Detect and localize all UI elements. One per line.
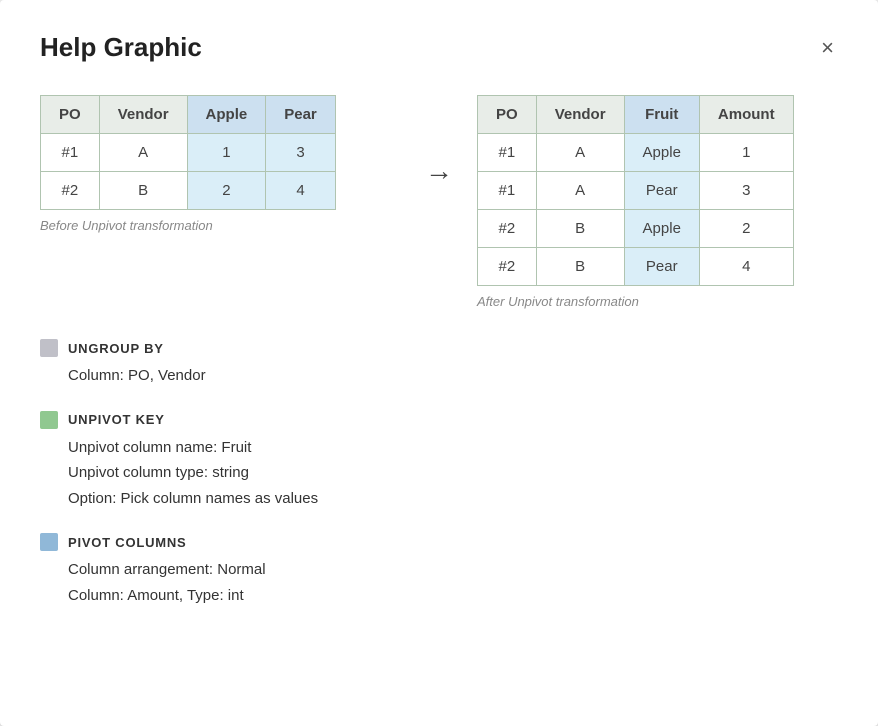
after-table-caption: After Unpivot transformation	[477, 294, 838, 309]
before-table-section: PO Vendor Apple Pear #1 A 1 3 #2	[40, 95, 401, 233]
arrow-icon: →	[425, 155, 453, 187]
ungroup-line-1: Column: PO, Vendor	[68, 367, 206, 384]
after-table-section: PO Vendor Fruit Amount #1 A Apple 1 #1	[477, 95, 838, 309]
cell: B	[536, 248, 624, 286]
ungroup-block: UNGROUP BY Column: PO, Vendor	[40, 339, 838, 389]
unpivot-key-line-3: Option: Pick column names as values	[68, 486, 838, 512]
cell: B	[99, 172, 187, 210]
cell: 3	[699, 172, 793, 210]
help-graphic-dialog: Help Graphic × PO Vendor Apple Pear #1 A	[0, 0, 878, 726]
cell: Pear	[624, 248, 699, 286]
ungroup-swatch	[40, 339, 58, 357]
before-th-vendor: Vendor	[99, 96, 187, 134]
cell: B	[536, 210, 624, 248]
table-row: #1 A Pear 3	[478, 172, 794, 210]
pivot-columns-block: PIVOT COLUMNS Column arrangement: Normal…	[40, 533, 838, 608]
unpivot-key-detail: Unpivot column name: Fruit Unpivot colum…	[40, 435, 838, 512]
after-th-vendor: Vendor	[536, 96, 624, 134]
table-row: #1 A 1 3	[41, 134, 336, 172]
after-th-fruit: Fruit	[624, 96, 699, 134]
pivot-columns-label: PIVOT COLUMNS	[68, 535, 186, 550]
table-row: #2 B Apple 2	[478, 210, 794, 248]
cell: 4	[699, 248, 793, 286]
ungroup-label: UNGROUP BY	[68, 341, 164, 356]
unpivot-key-swatch	[40, 411, 58, 429]
unpivot-key-block: UNPIVOT KEY Unpivot column name: Fruit U…	[40, 411, 838, 512]
before-th-apple: Apple	[187, 96, 266, 134]
cell: 1	[187, 134, 266, 172]
cell: A	[536, 172, 624, 210]
unpivot-key-label-row: UNPIVOT KEY	[40, 411, 838, 429]
description-section: UNGROUP BY Column: PO, Vendor UNPIVOT KE…	[40, 339, 838, 608]
after-table-header-row: PO Vendor Fruit Amount	[478, 96, 794, 134]
cell: 4	[266, 172, 336, 210]
pivot-columns-label-row: PIVOT COLUMNS	[40, 533, 838, 551]
table-row: #2 B Pear 4	[478, 248, 794, 286]
pivot-columns-swatch	[40, 533, 58, 551]
cell: #1	[478, 172, 537, 210]
cell: #1	[478, 134, 537, 172]
table-row: #1 A Apple 1	[478, 134, 794, 172]
ungroup-label-row: UNGROUP BY	[40, 339, 838, 357]
cell: Pear	[624, 172, 699, 210]
content-area: PO Vendor Apple Pear #1 A 1 3 #2	[40, 95, 838, 309]
unpivot-key-label: UNPIVOT KEY	[68, 412, 165, 427]
unpivot-key-line-2: Unpivot column type: string	[68, 460, 838, 486]
before-th-pear: Pear	[266, 96, 336, 134]
cell: A	[536, 134, 624, 172]
cell: Apple	[624, 210, 699, 248]
before-table-caption: Before Unpivot transformation	[40, 218, 401, 233]
cell: 1	[699, 134, 793, 172]
after-table: PO Vendor Fruit Amount #1 A Apple 1 #1	[477, 95, 794, 286]
ungroup-detail: Column: PO, Vendor	[40, 363, 838, 389]
arrow-indicator: →	[425, 95, 453, 187]
before-table-header-row: PO Vendor Apple Pear	[41, 96, 336, 134]
cell: #1	[41, 134, 100, 172]
dialog-header: Help Graphic ×	[40, 32, 838, 63]
cell: A	[99, 134, 187, 172]
after-th-po: PO	[478, 96, 537, 134]
before-table: PO Vendor Apple Pear #1 A 1 3 #2	[40, 95, 336, 210]
cell: #2	[41, 172, 100, 210]
cell: 2	[187, 172, 266, 210]
cell: #2	[478, 248, 537, 286]
dialog-title: Help Graphic	[40, 32, 202, 63]
close-button[interactable]: ×	[817, 33, 838, 63]
cell: 3	[266, 134, 336, 172]
cell: 2	[699, 210, 793, 248]
unpivot-key-line-1: Unpivot column name: Fruit	[68, 435, 838, 461]
pivot-columns-line-1: Column arrangement: Normal	[68, 557, 838, 583]
cell: #2	[478, 210, 537, 248]
pivot-columns-line-2: Column: Amount, Type: int	[68, 583, 838, 609]
pivot-columns-detail: Column arrangement: Normal Column: Amoun…	[40, 557, 838, 608]
cell: Apple	[624, 134, 699, 172]
before-th-po: PO	[41, 96, 100, 134]
after-th-amount: Amount	[699, 96, 793, 134]
table-row: #2 B 2 4	[41, 172, 336, 210]
